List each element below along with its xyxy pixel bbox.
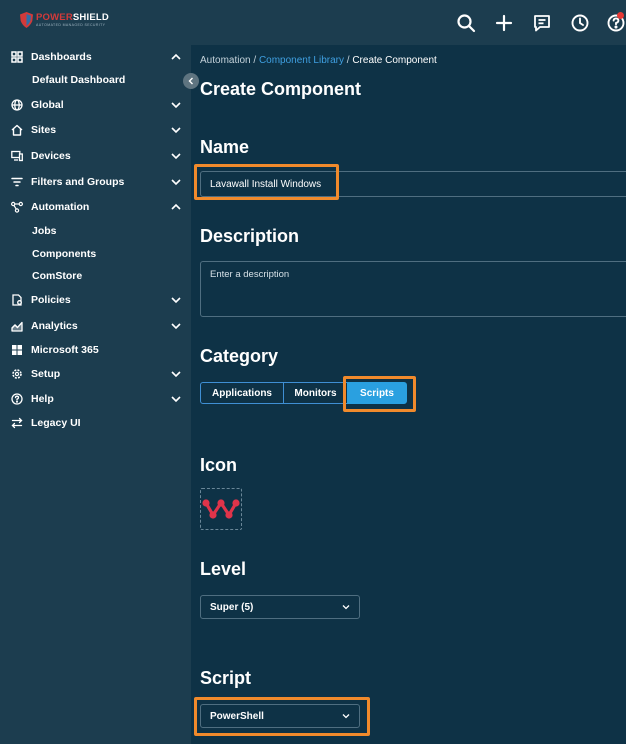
sidebar-item-automation[interactable]: Automation [0,197,191,217]
category-scripts-button[interactable]: Scripts [347,382,407,404]
icon-label: Icon [200,455,238,475]
sidebar-item-sites[interactable]: Sites [0,120,191,140]
sidebar-item-global[interactable]: Global [0,95,191,115]
chevron-down-icon [171,371,181,378]
sidebar-item-label: ComStore [32,270,83,282]
sidebar-item-label: Dashboards [31,51,92,63]
chevron-down-icon [342,605,350,610]
sidebar-item-legacy-ui[interactable]: Legacy UI [0,413,191,433]
component-icon-picker[interactable] [200,488,242,530]
devices-icon [10,150,23,162]
globe-icon [10,99,23,111]
chevron-down-icon [171,323,181,330]
level-select-value: Super (5) [210,602,254,613]
sidebar-item-label: Global [31,99,64,111]
brand-logo[interactable]: POWERSHIELD AUTOMATED MANAGED SECURITY [20,12,109,28]
name-input-value: Lavawall Install Windows [210,179,322,190]
sidebar-item-help[interactable]: Help [0,389,191,409]
chevron-down-icon [171,396,181,403]
level-label: Level [200,559,247,579]
history-button[interactable] [568,11,592,35]
chevron-down-icon [342,714,350,719]
sidebar-item-label: Setup [31,368,61,380]
sidebar-item-setup[interactable]: Setup [0,364,191,384]
sidebar-item-dashboards[interactable]: Dashboards [0,47,191,67]
name-label: Name [200,137,250,157]
chevron-down-icon [171,297,181,304]
sidebar-item-label: Devices [31,150,71,162]
chevron-down-icon [171,102,181,109]
description-placeholder: Enter a description [210,269,290,280]
brand-name-part2: SHIELD [72,12,109,23]
sidebar-item-label: Filters and Groups [31,176,125,188]
sidebar-item-label: Legacy UI [31,417,81,429]
sidebar-item-analytics[interactable]: Analytics [0,316,191,336]
sidebar-item-filters-and-groups[interactable]: Filters and Groups [0,172,191,192]
sidebar-item-label: Microsoft 365 [31,344,99,356]
help-icon [10,393,23,405]
sidebar-item-devices[interactable]: Devices [0,146,191,166]
chat-icon [534,15,550,32]
sidebar-item-components[interactable]: Components [0,244,191,264]
brand-name-part1: POWER [36,12,73,23]
messages-button[interactable] [530,11,554,35]
analytics-icon [10,321,23,332]
top-bar: POWERSHIELD AUTOMATED MANAGED SECURITY [0,0,626,45]
automation-icon [10,201,23,213]
chevron-up-icon [171,53,181,60]
chevron-down-icon [171,127,181,134]
plus-icon [495,14,513,32]
chevron-up-icon [171,203,181,210]
sidebar-item-label: Sites [31,124,57,136]
category-monitors-button[interactable]: Monitors [283,382,348,404]
search-button[interactable] [454,11,478,35]
grid-icon [10,51,23,63]
lavawall-logo-icon [202,499,240,519]
sidebar-item-jobs[interactable]: Jobs [0,221,191,241]
sidebar-item-label: Policies [31,294,71,306]
script-label: Script [200,668,252,688]
add-button[interactable] [492,11,516,35]
sidebar: Dashboards Default Dashboard Global Site… [0,45,191,744]
policies-icon [11,294,22,306]
category-applications-button[interactable]: Applications [200,382,284,404]
breadcrumb-separator: / [250,55,259,66]
breadcrumb-component-library[interactable]: Component Library [259,55,344,66]
notification-dot [617,12,624,19]
home-icon [11,124,22,136]
description-textarea[interactable]: Enter a description [200,261,626,317]
swap-icon [11,417,22,429]
sidebar-item-label: Automation [31,201,90,213]
microsoft-icon [11,345,22,355]
sidebar-item-default-dashboard[interactable]: Default Dashboard [0,70,191,90]
sidebar-item-label: Components [32,248,97,260]
clock-icon [571,14,589,32]
description-label: Description [200,226,300,246]
script-select-value: PowerShell [210,711,264,722]
chevron-down-icon [171,153,181,160]
page-title: Create Component [200,79,362,99]
breadcrumb: Automation / Component Library / Create … [200,55,437,66]
sidebar-item-policies[interactable]: Policies [0,290,191,310]
main-content: Automation / Component Library / Create … [191,45,626,744]
filter-icon [10,177,23,187]
sidebar-item-label: Default Dashboard [32,74,126,86]
sidebar-item-microsoft-365[interactable]: Microsoft 365 [0,340,191,360]
brand-tagline: AUTOMATED MANAGED SECURITY [36,22,106,27]
script-select[interactable]: PowerShell [200,704,360,728]
category-label: Category [200,346,279,366]
breadcrumb-automation[interactable]: Automation [200,55,251,66]
chevron-down-icon [171,179,181,186]
help-button[interactable] [606,11,626,35]
sidebar-item-comstore[interactable]: ComStore [0,266,191,286]
sidebar-item-label: Jobs [32,225,57,237]
level-select[interactable]: Super (5) [200,595,360,619]
shield-logo-icon [20,12,33,28]
search-icon [457,14,476,33]
gear-icon [11,369,22,379]
name-input[interactable]: Lavawall Install Windows [200,171,626,197]
sidebar-item-label: Analytics [31,320,78,332]
breadcrumb-current: Create Component [352,55,437,66]
sidebar-item-label: Help [31,393,54,405]
